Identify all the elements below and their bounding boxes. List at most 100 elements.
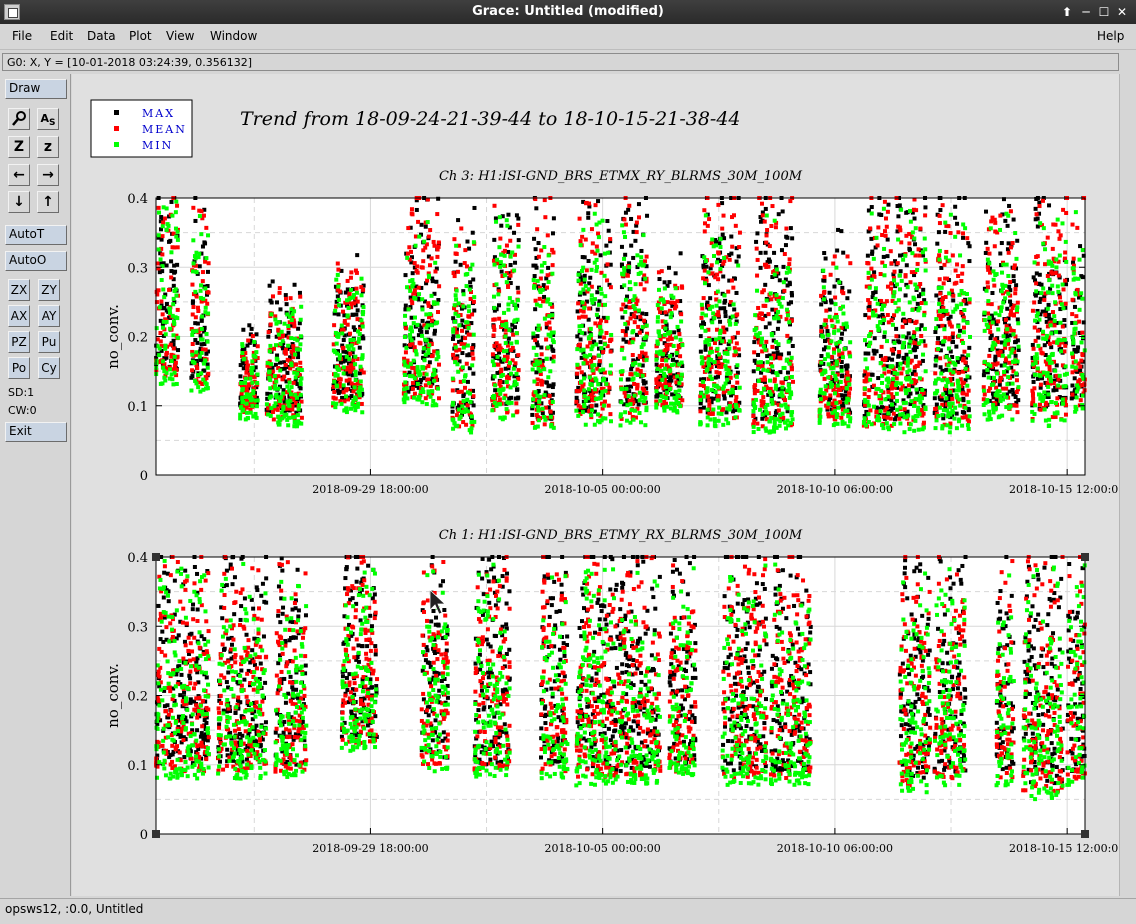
data-point-mean <box>942 262 947 267</box>
data-point-min <box>835 383 840 388</box>
maximize-icon[interactable]: ☐ <box>1096 3 1112 21</box>
menu-help[interactable]: Help <box>1097 29 1124 43</box>
data-point-mean <box>660 357 665 362</box>
data-point-max <box>784 234 789 239</box>
push-zoom-button[interactable]: PZ <box>8 331 30 353</box>
graph-top[interactable]: 00.10.20.30.42018-09-29 18:00:00 2018-10-… <box>104 169 1125 496</box>
data-point-min <box>638 270 643 275</box>
window-title: Grace: Untitled (modified) <box>472 4 664 19</box>
data-point-mean <box>504 243 509 248</box>
data-point-mean <box>950 396 955 401</box>
data-point-min <box>725 371 730 376</box>
autoscale-y-button[interactable]: AY <box>38 305 60 327</box>
data-point-min <box>882 366 887 371</box>
data-point-max <box>819 353 824 358</box>
data-point-mean <box>919 300 924 305</box>
data-point-min <box>538 394 543 399</box>
data-point-mean <box>866 395 871 400</box>
data-point-min <box>699 325 704 330</box>
data-point-max <box>876 376 881 381</box>
data-point-mean <box>760 364 765 369</box>
data-point-mean <box>764 240 769 245</box>
data-point-min <box>351 337 356 342</box>
zoom-out-icon[interactable]: z <box>37 136 59 158</box>
data-point-min <box>536 405 541 410</box>
data-point-min <box>350 295 355 300</box>
data-point-min <box>595 248 600 253</box>
data-point-mean <box>605 262 610 267</box>
shade-icon[interactable]: ⬆ <box>1059 3 1075 21</box>
data-point-min <box>608 419 613 424</box>
menu-data[interactable]: Data <box>87 29 116 43</box>
draw-button[interactable]: Draw <box>5 79 67 99</box>
data-point-min <box>551 359 556 364</box>
data-point-min <box>822 322 827 327</box>
data-point-min <box>677 362 682 367</box>
data-point-max <box>840 373 845 378</box>
data-point-mean <box>250 334 255 339</box>
arrow-up-icon[interactable]: ↑ <box>37 191 59 213</box>
menu-plot[interactable]: Plot <box>129 29 152 43</box>
data-point-min <box>158 257 163 262</box>
zoom-y-button[interactable]: ZY <box>38 279 60 301</box>
arrow-down-icon[interactable]: ↓ <box>8 191 30 213</box>
data-point-max <box>292 282 297 287</box>
data-point-min <box>244 401 249 406</box>
zoom-x-button[interactable]: ZX <box>8 279 30 301</box>
data-point-min <box>548 369 553 374</box>
menu-window[interactable]: Window <box>210 29 257 43</box>
data-point-min <box>624 386 629 391</box>
graph-canvas[interactable]: MAX MEAN MIN Trend from 18-09-24-21-39-4… <box>72 74 1125 896</box>
data-point-min <box>832 391 837 396</box>
data-point-min <box>727 407 732 412</box>
data-point-mean <box>589 358 594 363</box>
data-point-min <box>618 412 623 417</box>
data-point-min <box>597 302 602 307</box>
cycle-button[interactable]: Cy <box>38 357 60 379</box>
data-point-mean <box>601 349 606 354</box>
data-point-min <box>654 389 659 394</box>
autoscale-x-button[interactable]: AX <box>8 305 30 327</box>
data-point-mean <box>784 226 789 231</box>
arrow-right-icon[interactable]: → <box>37 164 59 186</box>
data-point-min <box>881 206 886 211</box>
legend-marker-mean <box>114 126 119 131</box>
zoom-in-icon[interactable]: Z <box>8 136 30 158</box>
autoticks-button[interactable]: AutoO <box>5 251 67 271</box>
magnifier-icon[interactable] <box>8 108 30 130</box>
data-point-min <box>640 373 645 378</box>
data-point-mean <box>822 274 827 279</box>
data-point-min <box>531 331 536 336</box>
arrow-left-icon[interactable]: ← <box>8 164 30 186</box>
data-point-min <box>737 385 742 390</box>
data-point-mean <box>730 244 735 249</box>
data-point-min <box>628 286 633 291</box>
data-point-mean <box>464 264 469 269</box>
minimize-icon[interactable]: ─ <box>1078 3 1094 21</box>
data-point-mean <box>203 259 208 264</box>
menu-view[interactable]: View <box>166 29 194 43</box>
data-point-min <box>934 358 939 363</box>
data-point-min <box>434 357 439 362</box>
menu-file[interactable]: File <box>12 29 32 43</box>
data-point-max <box>775 326 780 331</box>
close-icon[interactable]: ✕ <box>1114 3 1130 21</box>
pop-zoom-button[interactable]: Pu <box>38 331 60 353</box>
data-point-min <box>790 417 795 422</box>
data-point-min <box>906 413 911 418</box>
autoscale-button[interactable]: AutoT <box>5 225 67 245</box>
data-point-min <box>509 341 514 346</box>
data-point-max <box>953 215 958 220</box>
pop-button[interactable]: Po <box>8 357 30 379</box>
legend[interactable]: MAX MEAN MIN <box>90 99 193 158</box>
menu-edit[interactable]: Edit <box>50 29 73 43</box>
data-point-max <box>869 236 874 241</box>
exit-button[interactable]: Exit <box>5 422 67 442</box>
data-point-min <box>767 389 772 394</box>
text-icon[interactable]: AS <box>37 108 59 130</box>
data-point-min <box>428 394 433 399</box>
data-point-mean <box>888 249 893 254</box>
data-point-min <box>173 210 178 215</box>
data-point-min <box>576 413 581 418</box>
plot-area[interactable]: MAX MEAN MIN Trend from 18-09-24-21-39-4… <box>72 74 1125 896</box>
